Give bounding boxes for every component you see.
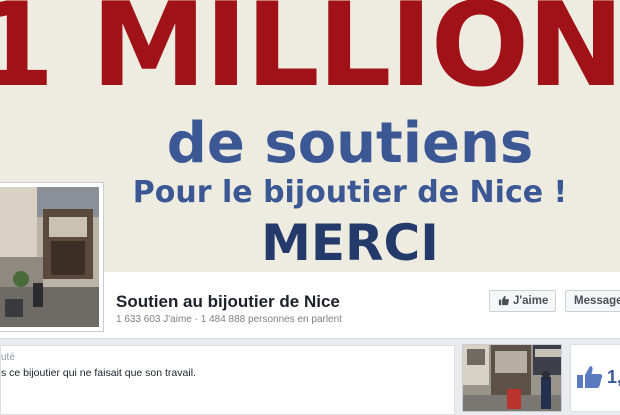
cover-title: 1 MILLION [0,0,620,113]
about-section: uté s ce bijoutier qui ne faisait que so… [0,345,455,415]
likes-count: 1, [607,367,620,387]
photo-thumbnail[interactable] [462,344,562,412]
street-photo [463,345,561,411]
storefront-photo [0,187,99,327]
about-text: s ce bijoutier qui ne faisait que son tr… [1,367,196,379]
like-button[interactable]: J'aime [489,290,556,312]
like-button-label: J'aime [513,295,549,307]
thumbs-up-icon [577,365,603,394]
message-button[interactable]: Message [565,290,620,312]
profile-picture[interactable] [0,182,104,332]
likes-box: 1, [570,344,620,412]
cover-subtitle: de soutiens [166,111,534,176]
page-title[interactable]: Soutien au bijoutier de Nice [116,292,340,312]
page-stats: 1 633 603 J'aime · 1 484 888 personnes e… [116,314,342,325]
about-label: uté [1,352,15,363]
thumbs-up-icon [498,293,509,313]
